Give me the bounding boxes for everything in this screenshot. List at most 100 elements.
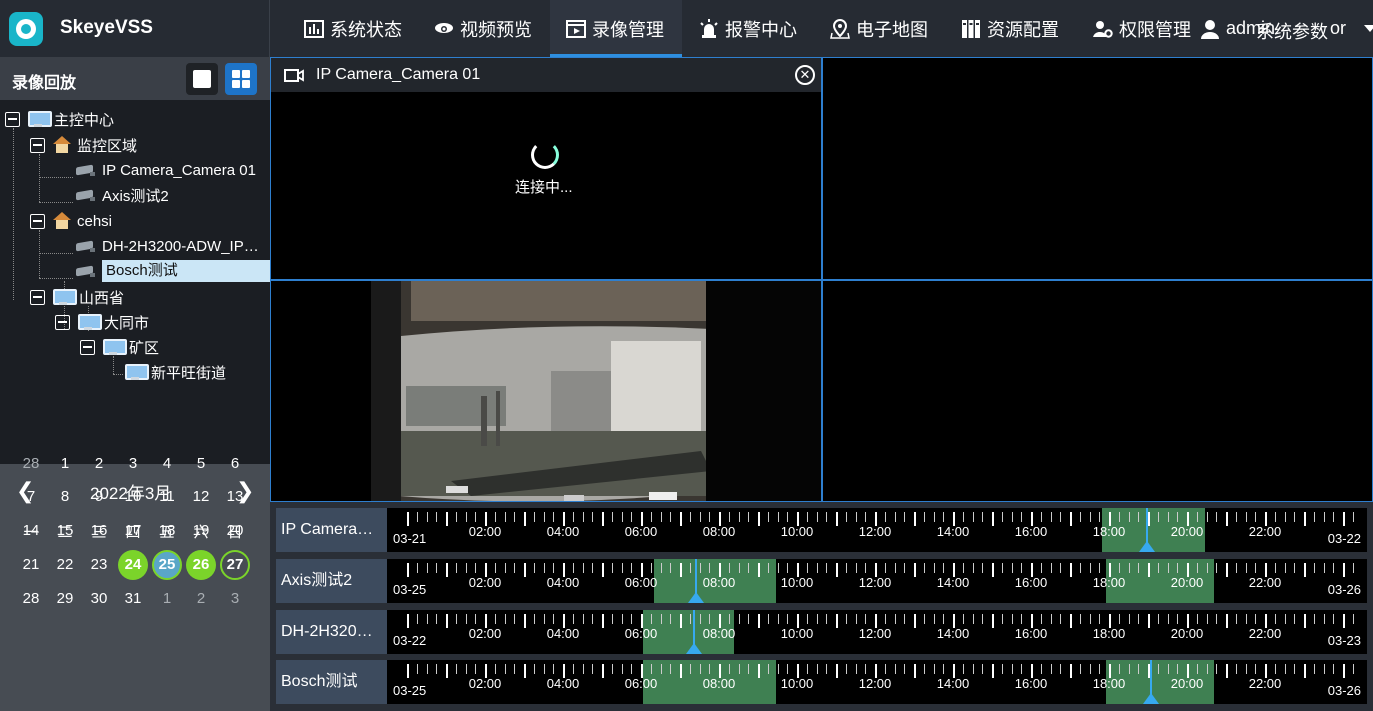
timeline-hour-label: 22:00	[1248, 676, 1282, 691]
calendar-day[interactable]: 13	[220, 482, 250, 512]
video-cell-2[interactable]	[822, 57, 1373, 280]
calendar-day[interactable]: 2	[84, 449, 114, 479]
tree-node-ip-camera[interactable]: IP Camera_Camera 01	[76, 158, 256, 182]
calendar-day[interactable]: 2	[186, 584, 216, 614]
timeline-tick	[670, 614, 672, 624]
timeline-hour-label: 04:00	[546, 626, 580, 641]
tree-node-datong[interactable]: 大同市	[55, 310, 149, 334]
calendar-day[interactable]: 26	[186, 550, 216, 580]
grid-cell-icon	[232, 80, 240, 88]
calendar-day[interactable]: 15	[50, 516, 80, 546]
nav-electronic-map[interactable]: 电子地图	[830, 0, 928, 57]
tree-node-axis[interactable]: Axis测试2	[76, 183, 169, 207]
calendar-day[interactable]: 11	[152, 482, 182, 512]
tree-node-bosch[interactable]: Bosch测试	[76, 259, 274, 283]
tree-node-label: Axis测试2	[102, 187, 169, 205]
timeline-tick	[1333, 664, 1335, 674]
video-cell-1[interactable]: IP Camera_Camera 01 ✕ 连接中...	[270, 57, 822, 280]
single-layout-button[interactable]	[186, 63, 218, 95]
calendar-day[interactable]: 9	[84, 482, 114, 512]
calendar-day[interactable]: 4	[152, 449, 182, 479]
timeline-tick	[446, 614, 448, 628]
calendar-day[interactable]: 1	[50, 449, 80, 479]
monitor-icon	[78, 314, 102, 330]
nav-recording-management[interactable]: 录像管理	[550, 0, 682, 57]
collapse-toggle-icon[interactable]	[55, 314, 70, 330]
playhead-cursor[interactable]	[1143, 660, 1159, 704]
timeline-tick	[855, 664, 857, 674]
tree-node-shanxi[interactable]: 山西省	[30, 285, 124, 309]
monitor-icon	[125, 364, 149, 380]
timeline-tick	[1011, 563, 1013, 573]
calendar-day[interactable]: 3	[220, 584, 250, 614]
calendar-day[interactable]: 27	[220, 550, 250, 580]
timeline-tick	[1148, 614, 1150, 628]
calendar-day[interactable]: 3	[118, 449, 148, 479]
calendar-day[interactable]: 19	[186, 516, 216, 546]
calendar-day[interactable]: 31	[118, 584, 148, 614]
calendar-day[interactable]: 30	[84, 584, 114, 614]
timeline-track[interactable]: 02:00 04:00 06:00 08:00 10:00 12:00 14:00 16:00…	[387, 559, 1367, 603]
tree-node-main-center[interactable]: 主控中心	[5, 107, 114, 131]
nav-video-preview[interactable]: 视频预览	[434, 0, 532, 57]
collapse-toggle-icon[interactable]	[5, 111, 20, 127]
tree-node-mining-district[interactable]: 矿区	[80, 335, 159, 359]
tree-node-xinpingwang[interactable]: 新平旺街道	[125, 360, 226, 384]
calendar-day[interactable]: 25	[152, 550, 182, 580]
calendar-day[interactable]: 20	[220, 516, 250, 546]
timeline-hour-label: 16:00	[1014, 575, 1048, 590]
calendar-day[interactable]: 24	[118, 550, 148, 580]
calendar-day[interactable]: 8	[50, 482, 80, 512]
calendar-day[interactable]: 28	[16, 449, 46, 479]
calendar-day[interactable]: 1	[152, 584, 182, 614]
timeline-track[interactable]: 02:00 04:00 06:00 08:00 10:00 12:00 14:00 16:00…	[387, 508, 1367, 552]
nav-system-status[interactable]: 系统状态	[304, 0, 402, 57]
calendar-day[interactable]: 21	[16, 550, 46, 580]
calendar-day[interactable]: 14	[16, 516, 46, 546]
close-icon[interactable]: ✕	[795, 65, 815, 85]
collapse-toggle-icon[interactable]	[30, 289, 45, 305]
timeline-tick	[972, 614, 974, 624]
calendar-day[interactable]: 23	[84, 550, 114, 580]
timeline-track[interactable]: 02:00 04:00 06:00 08:00 10:00 12:00 14:00 16:00…	[387, 660, 1367, 704]
timeline-tick	[826, 664, 828, 674]
timeline-tick	[1148, 512, 1150, 526]
collapse-toggle-icon[interactable]	[30, 137, 45, 153]
user-menu[interactable]: admin or 系统参数	[1200, 0, 1373, 57]
timeline-tick	[982, 512, 984, 522]
playhead-cursor[interactable]	[686, 610, 702, 654]
calendar-day[interactable]: 6	[220, 449, 250, 479]
timeline-tick	[1284, 614, 1286, 624]
tree-node-monitor-area[interactable]: 监控区域	[30, 133, 137, 157]
calendar-day[interactable]: 5	[186, 449, 216, 479]
calendar-day[interactable]: 7	[16, 482, 46, 512]
timeline-tick	[1226, 664, 1228, 678]
timeline-tick	[1196, 563, 1198, 573]
collapse-toggle-icon[interactable]	[80, 339, 95, 355]
collapse-toggle-icon[interactable]	[30, 213, 45, 229]
nav-alarm-center[interactable]: 报警中心	[699, 0, 797, 57]
timeline-track[interactable]: 02:00 04:00 06:00 08:00 10:00 12:00 14:00 16:00…	[387, 610, 1367, 654]
timeline-tick	[777, 614, 779, 624]
nav-resource-config[interactable]: 资源配置	[961, 0, 1059, 57]
video-cell-4[interactable]	[822, 280, 1373, 502]
timeline-tick	[982, 563, 984, 573]
calendar-day[interactable]: 22	[50, 550, 80, 580]
calendar-day[interactable]: 12	[186, 482, 216, 512]
video-cell-3[interactable]	[270, 280, 822, 502]
timeline-tick	[475, 664, 477, 674]
calendar-day[interactable]: 29	[50, 584, 80, 614]
calendar-day[interactable]: 28	[16, 584, 46, 614]
tree-node-dh-camera[interactable]: DH-2H3200-ADW_IP…	[76, 234, 259, 258]
nav-system-params[interactable]: 系统参数	[1256, 18, 1328, 44]
calendar-day[interactable]: 16	[84, 516, 114, 546]
calendar-day[interactable]: 18	[152, 516, 182, 546]
playhead-cursor[interactable]	[688, 559, 704, 603]
calendar-day[interactable]: 17	[118, 516, 148, 546]
timeline-tick	[514, 614, 516, 624]
timeline-date-start: 03-21	[393, 531, 427, 546]
quad-layout-button[interactable]	[225, 63, 257, 95]
calendar-day[interactable]: 10	[118, 482, 148, 512]
nav-permission-management[interactable]: 权限管理	[1093, 0, 1191, 57]
tree-node-cehsi[interactable]: cehsi	[30, 209, 112, 233]
